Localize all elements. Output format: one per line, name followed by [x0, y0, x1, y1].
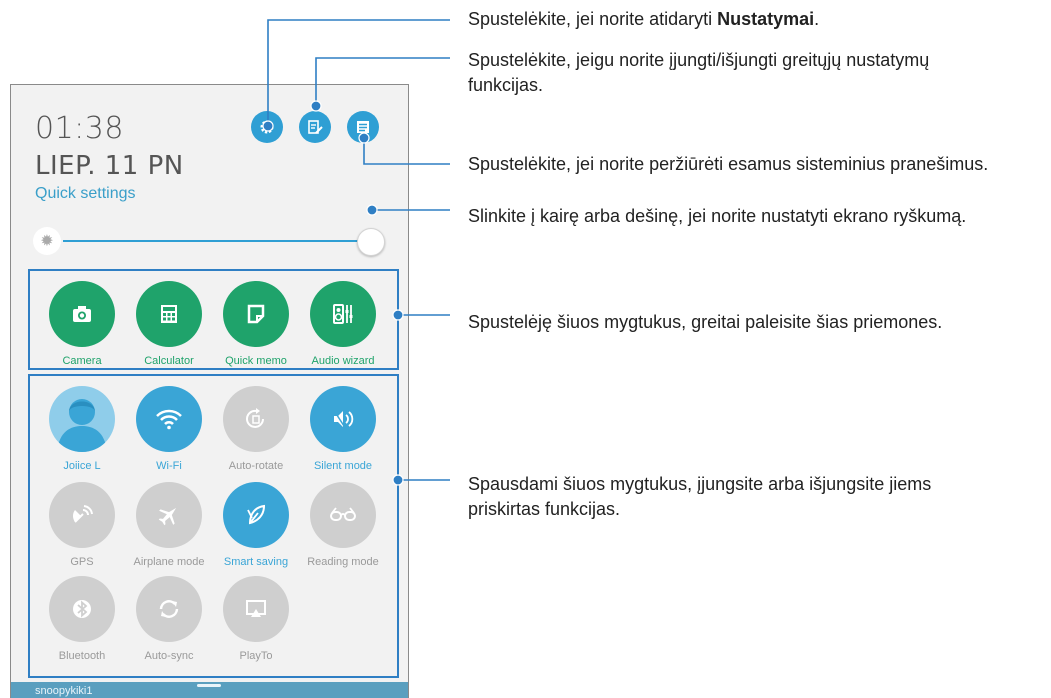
callout-settings-bold: Nustatymai [717, 9, 815, 29]
callout-settings-end: . [814, 9, 820, 29]
callout-notifications: Spustelėkite, jei norite peržiūrėti esam… [468, 154, 989, 174]
callout-lines [262, 19, 450, 486]
callout-edit: Spustelėkite, jeigu norite įjungti/išjun… [468, 50, 930, 95]
callout-settings-text: Spustelėkite, jei norite atidaryti [468, 9, 718, 29]
callout-toggles: Spausdami šiuos mygtukus, įjungsite arba… [468, 474, 932, 519]
callout-brightness: Slinkite į kairę arba dešinę, jei norite… [468, 206, 967, 226]
callout-tools: Spustelėję šiuos mygtukus, greitai palei… [468, 312, 943, 332]
callout-settings: Spustelėkite, jei norite atidaryti Nusta… [468, 7, 1038, 32]
